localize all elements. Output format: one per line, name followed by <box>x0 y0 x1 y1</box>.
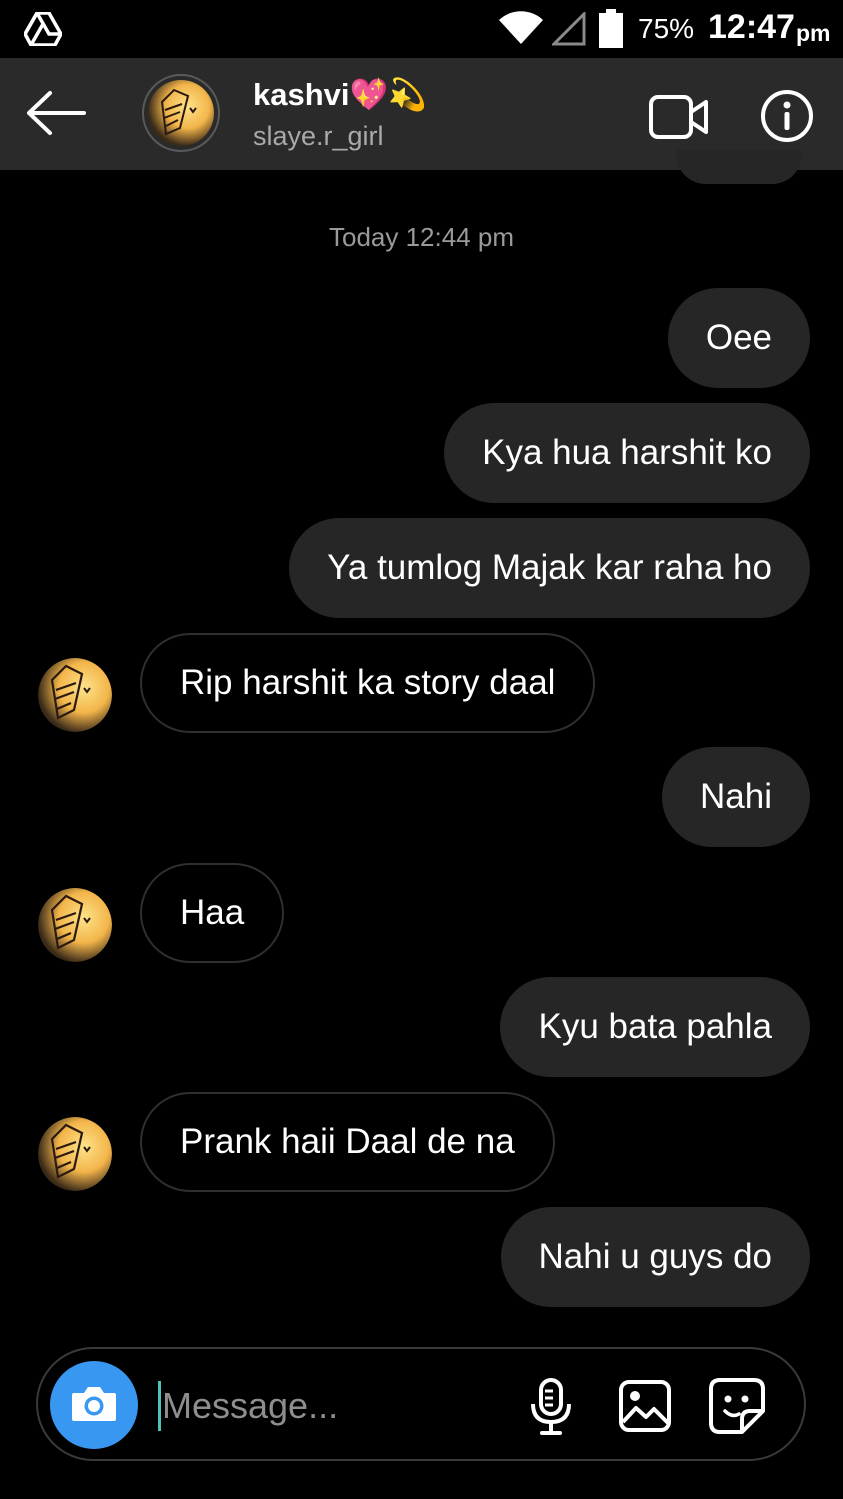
outgoing-message[interactable]: Oee <box>667 288 810 388</box>
wifi-icon <box>498 10 544 51</box>
signal-icon <box>550 10 586 51</box>
sticker-icon[interactable] <box>708 1377 766 1440</box>
clock-ampm: pm <box>796 20 831 46</box>
gallery-icon[interactable] <box>618 1379 672 1438</box>
incoming-message[interactable]: Prank haii Daal de na <box>140 1092 555 1192</box>
message-composer <box>36 1347 806 1461</box>
contact-username: slaye.r_girl <box>253 121 384 151</box>
back-arrow-icon[interactable] <box>24 88 88 138</box>
sender-avatar[interactable] <box>38 888 112 962</box>
incoming-message[interactable]: Rip harshit ka story daal <box>140 633 596 733</box>
battery-percent: 75% <box>638 13 695 44</box>
microphone-icon[interactable] <box>528 1377 574 1442</box>
camera-button[interactable] <box>50 1361 138 1449</box>
text-caret <box>158 1381 161 1431</box>
incoming-message[interactable]: Haa <box>140 863 285 963</box>
video-call-icon[interactable] <box>648 94 710 145</box>
outgoing-message[interactable]: Nahi u guys do <box>500 1207 810 1307</box>
status-bar: 75% 12:47 pm <box>0 0 843 58</box>
message-input[interactable] <box>162 1375 492 1437</box>
name-emoji: 💖💫 <box>349 77 427 112</box>
outgoing-message[interactable]: Kyu bata pahla <box>500 977 810 1077</box>
profile-avatar[interactable] <box>142 74 220 152</box>
chat-timestamp: Today 12:44 pm <box>328 222 514 252</box>
sender-avatar[interactable] <box>38 1117 112 1191</box>
outgoing-message[interactable]: Nahi <box>662 747 810 847</box>
battery-icon <box>598 9 624 54</box>
previous-message-bubble <box>676 150 802 184</box>
outgoing-message[interactable]: Kya hua harshit ko <box>444 403 810 503</box>
clock-time: 12:47 <box>708 8 795 46</box>
google-drive-icon <box>23 11 63 51</box>
outgoing-message[interactable]: Ya tumlog Majak kar raha ho <box>289 518 810 618</box>
sender-avatar[interactable] <box>38 658 112 732</box>
camera-icon <box>70 1383 118 1428</box>
info-icon[interactable] <box>760 89 814 148</box>
contact-name: kashvi💖💫 <box>253 77 427 112</box>
